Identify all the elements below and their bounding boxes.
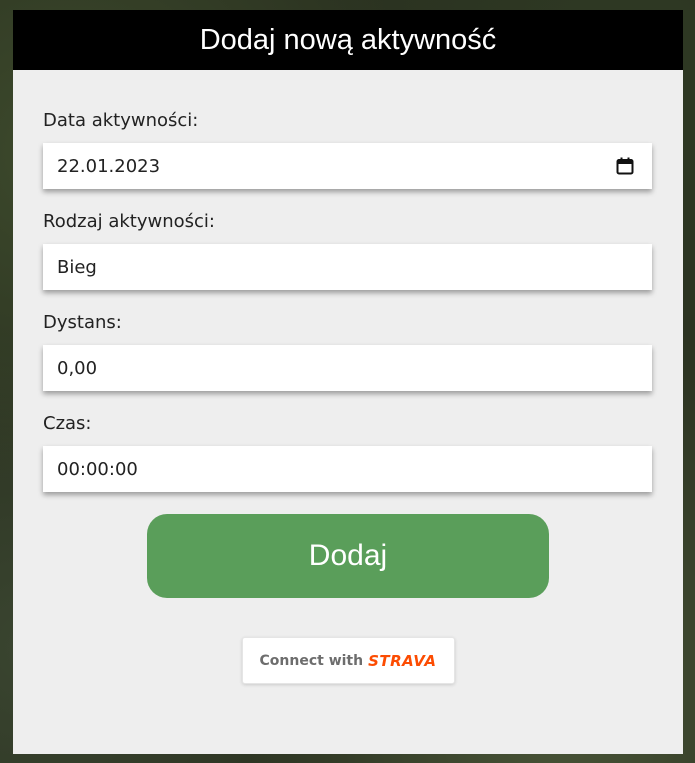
time-label: Czas: — [43, 413, 92, 434]
strava-connect-text: Connect with — [259, 652, 364, 669]
activity-type-input[interactable]: Bieg — [43, 244, 652, 290]
date-label: Data aktywności: — [43, 110, 199, 131]
time-value: 00:00:00 — [57, 458, 138, 480]
time-input[interactable]: 00:00:00 — [43, 446, 652, 492]
activity-type-field-group: Rodzaj aktywności: Bieg — [43, 211, 653, 290]
connect-with-strava-button[interactable]: Connect with STRAVA — [241, 637, 455, 684]
submit-wrap: Dodaj — [43, 514, 653, 598]
add-activity-form: Data aktywności: 22.01.2023 Rodzaj aktyw… — [13, 70, 683, 684]
activity-type-value: Bieg — [57, 256, 97, 278]
date-value: 22.01.2023 — [57, 155, 161, 177]
strava-wrap: Connect with STRAVA — [43, 637, 653, 684]
distance-label: Dystans: — [43, 312, 122, 333]
date-field-group: Data aktywności: 22.01.2023 — [43, 110, 653, 189]
distance-value: 0,00 — [57, 357, 98, 379]
distance-input[interactable]: 0,00 — [43, 345, 652, 391]
add-activity-card: Dodaj nową aktywność Data aktywności: 22… — [13, 10, 683, 754]
date-input[interactable]: 22.01.2023 — [43, 143, 652, 189]
card-header: Dodaj nową aktywność — [13, 10, 683, 70]
time-field-group: Czas: 00:00:00 — [43, 413, 653, 492]
strava-logo: STRAVA — [368, 651, 437, 670]
page-title: Dodaj nową aktywność — [199, 23, 497, 56]
distance-field-group: Dystans: 0,00 — [43, 312, 653, 391]
calendar-icon[interactable] — [616, 157, 634, 175]
activity-type-label: Rodzaj aktywności: — [43, 211, 215, 232]
add-activity-button[interactable]: Dodaj — [147, 514, 549, 598]
